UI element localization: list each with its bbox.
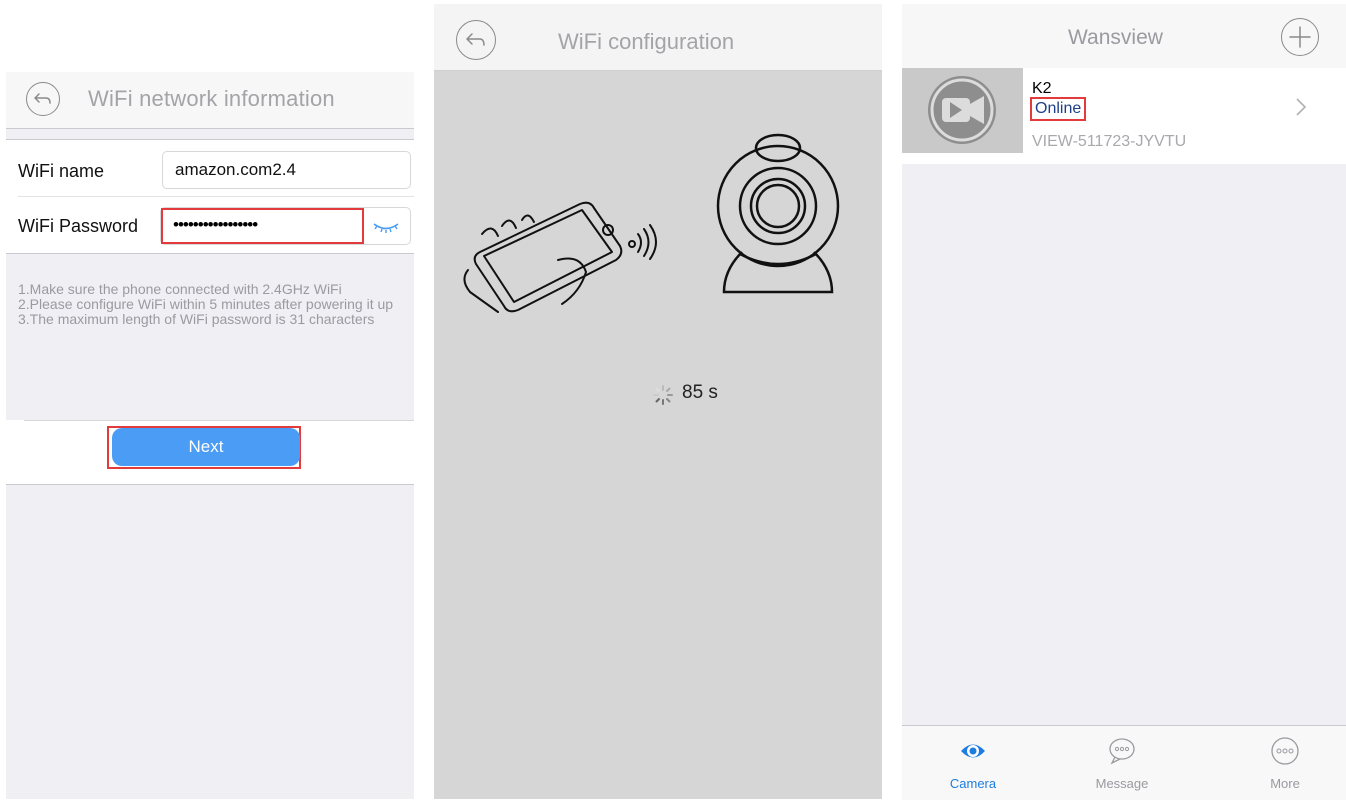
wifi-info-screen: WiFi network information WiFi name amazo… xyxy=(6,72,414,799)
more-dots-icon xyxy=(1271,737,1299,765)
chat-bubble-icon xyxy=(1109,738,1135,765)
next-button[interactable]: Next xyxy=(112,428,300,466)
form-divider xyxy=(18,196,414,197)
app-title: Wansview xyxy=(1068,26,1163,49)
nav-bar: WiFi configuration xyxy=(434,4,882,71)
divider xyxy=(24,420,414,421)
tab-camera[interactable]: Camera xyxy=(928,736,1018,791)
plus-icon xyxy=(1289,26,1311,48)
camera-list-screen: Wansview K2 Online VIEW-511723-JYVTU Cam… xyxy=(902,4,1346,800)
wifi-name-label: WiFi name xyxy=(18,161,105,181)
instruction-line: 1.Make sure the phone connected with 2.4… xyxy=(18,281,342,297)
show-password-toggle[interactable] xyxy=(366,211,406,241)
tab-label: More xyxy=(1270,776,1300,791)
page-title: WiFi network information xyxy=(88,86,335,111)
tab-message[interactable]: Message xyxy=(1077,736,1167,791)
instruction-line: 3.The maximum length of WiFi password is… xyxy=(18,311,375,327)
back-button[interactable] xyxy=(26,82,60,116)
wifi-config-screen: WiFi configuration 85 s xyxy=(434,4,882,799)
back-arrow-icon xyxy=(466,33,485,46)
instruction-line: 2.Please configure WiFi within 5 minutes… xyxy=(18,296,394,312)
chevron-right-icon[interactable] xyxy=(1294,96,1308,118)
wifi-password-field[interactable]: ••••••••••••••••• xyxy=(161,208,364,244)
wireless-signal-icon xyxy=(628,224,657,260)
instructions: 1.Make sure the phone connected with 2.4… xyxy=(18,282,408,327)
wifi-form: WiFi name amazon.com2.4 WiFi Password ••… xyxy=(6,140,414,254)
wifi-password-field-wrapper: ••••••••••••••••• xyxy=(160,207,411,245)
nav-bar: Wansview xyxy=(902,4,1346,68)
tab-label: Camera xyxy=(949,776,997,791)
tab-bar: Camera Message More xyxy=(902,725,1346,800)
eye-icon xyxy=(961,744,985,758)
wifi-name-field[interactable]: amazon.com2.4 xyxy=(162,151,411,189)
device-status-badge: Online xyxy=(1030,97,1087,121)
back-button[interactable] xyxy=(456,20,496,60)
separator-band xyxy=(6,129,414,140)
tab-more[interactable]: More xyxy=(1240,736,1330,791)
countdown-timer: 85 s xyxy=(682,382,718,403)
device-id: VIEW-511723-JYVTU xyxy=(1032,133,1187,150)
add-device-button[interactable] xyxy=(1281,18,1319,56)
device-thumbnail xyxy=(902,68,1023,153)
nav-bar: WiFi network information xyxy=(6,72,414,129)
back-arrow-icon xyxy=(34,93,51,104)
tab-label: Message xyxy=(1095,776,1149,791)
wifi-password-label: WiFi Password xyxy=(18,216,139,236)
eye-closed-icon xyxy=(373,223,399,233)
video-camera-icon xyxy=(928,76,996,144)
page-title: WiFi configuration xyxy=(558,29,735,54)
loading-spinner-icon xyxy=(653,385,673,405)
camera-illustration xyxy=(716,133,840,294)
device-name: K2 xyxy=(1032,80,1052,97)
